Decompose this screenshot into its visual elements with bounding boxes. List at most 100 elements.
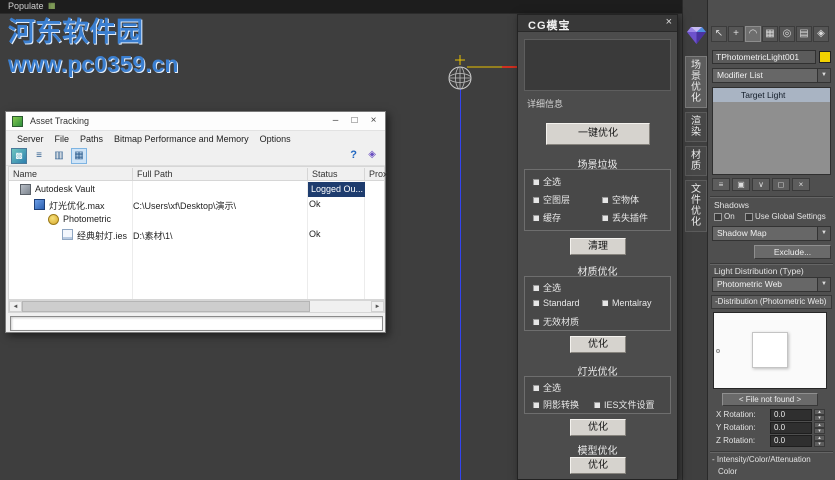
wireframe-color-swatch[interactable] xyxy=(819,51,831,63)
horizontal-scrollbar[interactable]: ◄ ► xyxy=(8,300,385,313)
configure-modifier-sets-icon[interactable]: × xyxy=(792,178,810,191)
help-icon[interactable]: ? xyxy=(350,149,357,161)
table-row[interactable]: Autodesk Vault Logged Ou... xyxy=(9,182,384,197)
scrollbar-thumb[interactable] xyxy=(22,301,310,312)
light-optimize-button[interactable]: 优化 xyxy=(570,419,626,436)
make-unique-icon[interactable]: ∨ xyxy=(752,178,770,191)
menu-populate[interactable]: Populate xyxy=(8,1,44,11)
web-file-button[interactable]: < File not found > xyxy=(722,393,818,406)
select-icon[interactable]: ↖ xyxy=(711,26,727,42)
select-all-checkbox[interactable]: 全选 xyxy=(532,281,561,294)
ies-file-settings-checkbox[interactable]: IES文件设置 xyxy=(593,398,655,411)
cg-close-icon[interactable]: × xyxy=(666,16,672,28)
table-view-icon[interactable]: ▦ xyxy=(71,148,87,164)
remove-modifier-icon[interactable]: ◻ xyxy=(772,178,790,191)
utilities-tab[interactable]: ◈ xyxy=(813,26,829,42)
cg-panel-titlebar[interactable]: CG模宝 × xyxy=(518,15,677,32)
modifier-stack[interactable]: Target Light xyxy=(712,87,831,175)
watermark-title: 河东软件园 xyxy=(8,17,143,47)
spinner-down-icon[interactable]: ▾ xyxy=(814,441,825,447)
use-global-settings-checkbox[interactable]: Use Global Settings xyxy=(745,212,826,221)
select-all-checkbox[interactable]: 全选 xyxy=(532,381,561,394)
missing-plugins-checkbox[interactable]: 丢失插件 xyxy=(601,211,648,224)
column-full-path[interactable]: Full Path xyxy=(132,168,173,181)
scroll-right-icon[interactable]: ► xyxy=(371,301,384,312)
table-row[interactable]: 灯光优化.max C:\Users\xf\Desktop\演示\ Ok xyxy=(9,197,384,212)
asset-table[interactable]: Autodesk Vault Logged Ou... 灯光优化.max C:\… xyxy=(8,181,385,300)
cg-logo-icon[interactable] xyxy=(686,26,707,45)
light-distribution-dropdown[interactable]: Photometric Web ▼ xyxy=(712,277,831,292)
table-row[interactable]: Photometric xyxy=(9,212,384,227)
modify-tab[interactable]: ◠ xyxy=(745,26,761,42)
column-prox[interactable]: Prox xyxy=(364,168,388,181)
status-badge: Ok xyxy=(309,229,321,239)
spinner-down-icon[interactable]: ▾ xyxy=(814,415,825,421)
mentalray-checkbox[interactable]: Mentalray xyxy=(601,298,652,308)
exclude-button[interactable]: Exclude... xyxy=(754,245,831,259)
chevron-down-icon[interactable]: ▼ xyxy=(817,227,830,240)
stack-item-target-light[interactable]: Target Light xyxy=(713,88,830,102)
z-rotation-field[interactable]: 0.0 xyxy=(770,435,812,447)
create-tab[interactable]: + xyxy=(728,26,744,42)
tab-material[interactable]: 材质 xyxy=(685,146,707,176)
checkbox-box xyxy=(601,213,609,222)
web-distribution-preview xyxy=(713,312,827,389)
table-row[interactable]: 经典射灯.ies D:\素材\1\ Ok xyxy=(9,227,384,242)
one-key-optimize-button[interactable]: 一键优化 xyxy=(546,123,650,145)
select-all-checkbox[interactable]: 全选 xyxy=(532,175,561,188)
light-optimize-group: 全选 阴影转换 IES文件设置 xyxy=(524,376,671,414)
object-name-field[interactable]: TPhotometricLight001 xyxy=(712,50,816,64)
invalid-material-checkbox[interactable]: 无效材质 xyxy=(532,315,579,328)
distribution-rollout[interactable]: -Distribution (Photometric Web) xyxy=(711,295,832,309)
shadow-on-checkbox[interactable]: On xyxy=(714,212,735,221)
tab-file-optimize[interactable]: 文件优化 xyxy=(685,180,707,232)
column-view-icon[interactable]: ▥ xyxy=(51,148,67,164)
modifier-list-dropdown[interactable]: Modifier List ▼ xyxy=(712,68,831,83)
x-rotation-field[interactable]: 0.0 xyxy=(770,409,812,421)
menu-options[interactable]: Options xyxy=(260,134,291,144)
maximize-button[interactable]: □ xyxy=(345,112,364,131)
model-optimize-button[interactable]: 优化 xyxy=(570,457,626,474)
asset-tracking-titlebar[interactable]: Asset Tracking – □ × xyxy=(6,112,385,131)
pin-stack-icon[interactable]: ≡ xyxy=(712,178,730,191)
column-name[interactable]: Name xyxy=(9,168,37,181)
x-rotation-spinner[interactable]: ▴ ▾ xyxy=(814,409,825,421)
color-section-label: Color xyxy=(718,467,738,476)
show-end-result-icon[interactable]: ▣ xyxy=(732,178,750,191)
clean-button[interactable]: 清理 xyxy=(570,238,626,255)
intensity-rollout[interactable]: - Intensity/Color/Attenuation xyxy=(712,455,811,464)
workspace-icon[interactable]: ▦ xyxy=(48,1,56,10)
menu-bitmap-performance[interactable]: Bitmap Performance and Memory xyxy=(114,134,249,144)
refresh-icon[interactable]: ▩ xyxy=(11,148,27,164)
chevron-down-icon[interactable]: ▼ xyxy=(817,278,830,291)
menu-server[interactable]: Server xyxy=(17,134,44,144)
scroll-left-icon[interactable]: ◄ xyxy=(9,301,22,312)
column-status[interactable]: Status xyxy=(307,168,338,181)
y-rotation-field[interactable]: 0.0 xyxy=(770,422,812,434)
hierarchy-tab[interactable]: ▦ xyxy=(762,26,778,42)
cache-checkbox[interactable]: 缓存 xyxy=(532,211,561,224)
list-view-icon[interactable]: ≡ xyxy=(31,148,47,164)
chevron-down-icon[interactable]: ▼ xyxy=(817,69,830,82)
display-tab[interactable]: ▤ xyxy=(796,26,812,42)
y-rotation-spinner[interactable]: ▴ ▾ xyxy=(814,422,825,434)
empty-layers-checkbox[interactable]: 空图层 xyxy=(532,193,570,206)
close-button[interactable]: × xyxy=(364,112,383,131)
empty-objects-checkbox[interactable]: 空物体 xyxy=(601,193,639,206)
motion-tab[interactable]: ◎ xyxy=(779,26,795,42)
tab-render[interactable]: 渲染 xyxy=(685,112,707,142)
window-title: Asset Tracking xyxy=(30,116,90,126)
z-rotation-spinner[interactable]: ▴ ▾ xyxy=(814,435,825,447)
spinner-down-icon[interactable]: ▾ xyxy=(814,428,825,434)
minimize-button[interactable]: – xyxy=(326,112,345,131)
material-optimize-button[interactable]: 优化 xyxy=(570,336,626,353)
x-rotation-row: X Rotation: 0.0 ▴ ▾ xyxy=(716,409,828,421)
menu-paths[interactable]: Paths xyxy=(80,134,103,144)
menu-file[interactable]: File xyxy=(55,134,70,144)
info-icon[interactable]: ◈ xyxy=(368,149,376,160)
tab-scene-optimize[interactable]: 场景优化 xyxy=(685,56,707,108)
shadow-type-dropdown[interactable]: Shadow Map ▼ xyxy=(712,226,831,241)
standard-checkbox[interactable]: Standard xyxy=(532,298,580,308)
shadow-convert-checkbox[interactable]: 阴影转换 xyxy=(532,398,579,411)
checkbox-box xyxy=(532,177,540,186)
